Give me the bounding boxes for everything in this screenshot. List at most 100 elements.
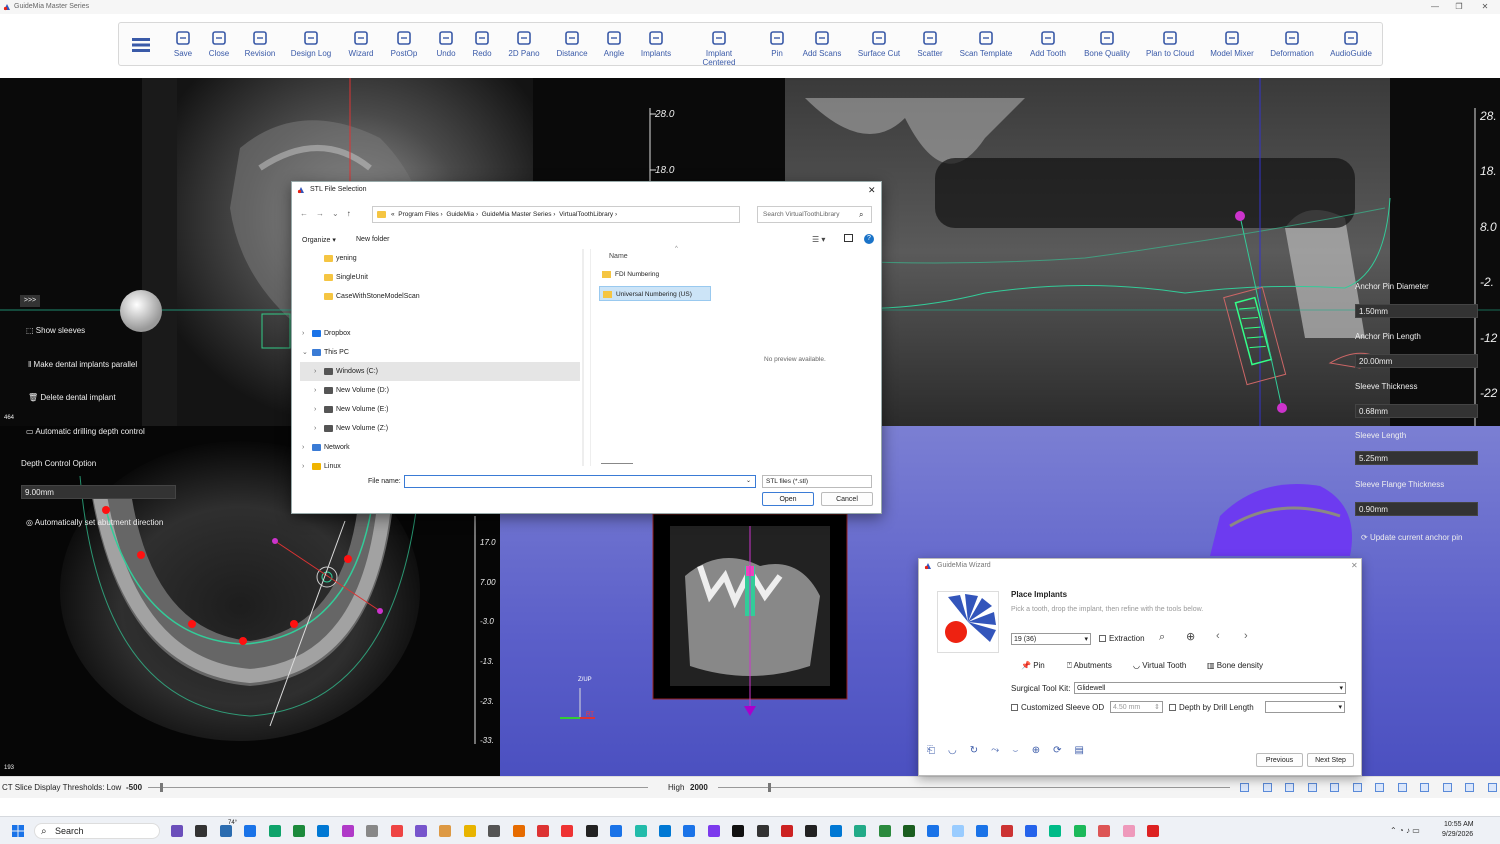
taskbar-app-icon[interactable]	[585, 825, 598, 837]
next-tooth-icon[interactable]: ›	[1244, 630, 1248, 642]
make-parallel-option[interactable]: ‖ Make dental implants parallel	[28, 360, 137, 369]
expand-chevron-icon[interactable]: ›	[314, 419, 316, 438]
depth-by-drill-checkbox[interactable]: Depth by Drill Length	[1169, 703, 1254, 712]
update-anchor-button[interactable]: ⟳ Update current anchor pin	[1361, 533, 1462, 542]
file-item-selected[interactable]: Universal Numbering (US)	[599, 286, 711, 301]
expand-chevron-icon[interactable]: ›	[314, 381, 316, 400]
view-layout-icon[interactable]	[1307, 783, 1317, 792]
viewport-panoramic[interactable]: 28. 18. 8.0 -2. -12 -22	[785, 78, 1500, 426]
view-layout-icon[interactable]	[1442, 783, 1452, 792]
bone-density-tool-button[interactable]: ▥ Bone density	[1207, 661, 1263, 670]
address-bar[interactable]: « Program Files › GuideMia › GuideMia Ma…	[372, 206, 740, 223]
ct-high-handle[interactable]	[768, 783, 771, 792]
rotate-icon[interactable]: ↻	[970, 745, 991, 756]
taskbar-app-icon[interactable]	[341, 825, 354, 837]
document-icon[interactable]: ▤	[1075, 745, 1097, 756]
expand-chevron-icon[interactable]: ›	[314, 362, 316, 381]
tree-item[interactable]: CaseWithStoneModelScan	[300, 287, 580, 306]
view-layout-icon[interactable]	[1240, 783, 1249, 792]
checkbox-box[interactable]	[1011, 704, 1018, 711]
taskbar-app-icon[interactable]	[976, 825, 989, 837]
taskbar-app-icon[interactable]	[829, 825, 842, 837]
toolbar-model-mixer-button[interactable]: Model Mixer	[1202, 30, 1262, 58]
taskbar-app-icon[interactable]	[268, 825, 281, 837]
preview-pane-icon[interactable]	[844, 234, 853, 242]
view-layout-icon[interactable]	[1465, 783, 1474, 792]
arch-icon[interactable]: ⌣	[1012, 745, 1032, 756]
taskbar-app-icon[interactable]	[1025, 825, 1037, 837]
horizontal-scrollbar[interactable]	[601, 463, 633, 464]
arrow-path-icon[interactable]: ⤳	[991, 745, 1012, 756]
taskbar-app-icon[interactable]	[1073, 825, 1086, 837]
expand-panel-button[interactable]: >>>	[20, 295, 40, 307]
depth-value-field[interactable]: 9.00mm	[21, 485, 176, 499]
system-tray-icons[interactable]: ⌃ ◔ ♪ ▭	[1390, 826, 1420, 835]
organize-button[interactable]: Organize ▾	[302, 236, 336, 244]
toolbar-add-tooth-button[interactable]: Add Tooth	[1018, 30, 1078, 58]
taskbar-app-icon[interactable]	[219, 825, 232, 837]
dialog-close-icon[interactable]: ✕	[868, 182, 876, 198]
path-segment[interactable]: VirtualToothLibrary	[559, 211, 613, 218]
taskbar-app-icon[interactable]	[707, 825, 720, 837]
taskbar-app-icon[interactable]	[683, 825, 696, 837]
toolbar-implants-button[interactable]: Implants	[626, 30, 686, 58]
tree-item[interactable]: › Network	[300, 438, 580, 457]
toolbar-bone-quality-button[interactable]: Bone Quality	[1077, 30, 1137, 58]
sleeve-thickness-field[interactable]: 0.68mm	[1355, 404, 1478, 418]
maximize-button[interactable]: ❐	[1446, 0, 1472, 14]
tree-item[interactable]: › Dropbox	[300, 324, 580, 343]
taskbar-app-icon[interactable]	[951, 825, 964, 837]
taskbar-app-icon[interactable]	[781, 825, 793, 837]
open-button[interactable]: Open	[762, 492, 814, 506]
taskbar-app-icon[interactable]	[366, 825, 379, 837]
search-input[interactable]: Search VirtualToothLibrary	[757, 206, 872, 223]
toolbar-plan-to-cloud-button[interactable]: Plan to Cloud	[1140, 30, 1200, 58]
auto-depth-option[interactable]: ▭ Automatic drilling depth control	[26, 427, 145, 436]
taskbar-app-icon[interactable]	[1147, 825, 1159, 837]
sync-icon[interactable]: ⟳	[1053, 745, 1074, 756]
menu-icon[interactable]	[132, 38, 150, 52]
tree-item[interactable]: › Windows (C:)	[300, 362, 580, 381]
tree-item[interactable]: yening	[300, 249, 580, 268]
drill-length-select[interactable]: ▾	[1265, 701, 1345, 713]
add-implant-icon[interactable]: ⊕	[1186, 630, 1195, 643]
cancel-button[interactable]: Cancel	[821, 492, 873, 506]
view-layout-icon[interactable]	[1285, 783, 1294, 792]
taskbar-app-icon[interactable]	[317, 825, 330, 837]
taskbar-app-icon[interactable]	[293, 825, 305, 837]
tooth-select[interactable]: 19 (36) ▾	[1011, 633, 1091, 645]
taskbar-app-icon[interactable]	[878, 825, 891, 837]
taskbar-app-icon[interactable]	[1049, 825, 1062, 837]
help-icon[interactable]: ?	[864, 234, 874, 244]
taskbar-app-icon[interactable]	[415, 825, 427, 837]
tooth-outline-icon[interactable]: ◡	[948, 745, 970, 756]
view-layout-icon[interactable]	[1420, 783, 1429, 792]
auto-abutment-option[interactable]: ◎ Automatically set abutment direction	[26, 518, 163, 527]
extraction-checkbox[interactable]: Extraction	[1099, 634, 1145, 643]
taskbar-app-icon[interactable]	[512, 825, 525, 837]
anchor-pin-length-field[interactable]: 20.00mm	[1355, 354, 1478, 368]
taskbar-app-icon[interactable]	[854, 825, 867, 837]
taskbar-app-icon[interactable]	[244, 825, 257, 837]
tree-item[interactable]: › Linux	[300, 457, 580, 476]
taskbar-app-icon[interactable]	[537, 825, 549, 837]
expand-chevron-icon[interactable]: ›	[302, 324, 304, 343]
taskbar-app-icon[interactable]	[463, 825, 476, 837]
taskbar-app-icon[interactable]	[659, 825, 671, 837]
add-circle-icon[interactable]: ⊕	[1032, 745, 1053, 756]
checkbox-box[interactable]	[1099, 635, 1106, 642]
file-type-select[interactable]: STL files (*.stl)	[762, 475, 872, 488]
taskbar-app-icon[interactable]	[1122, 825, 1135, 837]
tree-scrollbar[interactable]	[582, 249, 584, 466]
toolbar-scan-template-button[interactable]: Scan Template	[956, 30, 1016, 58]
view-layout-icon[interactable]	[1375, 783, 1384, 792]
taskbar-search[interactable]: ⌕ Search	[34, 823, 160, 839]
up-icon[interactable]: ↑	[347, 209, 359, 218]
taskbar-app-icon[interactable]	[903, 825, 915, 837]
path-segment[interactable]: GuideMia Master Series	[482, 211, 552, 218]
taskbar-app-icon[interactable]	[488, 825, 501, 837]
next-step-button[interactable]: Next Step	[1307, 753, 1354, 767]
toolbar-implant-centered-button[interactable]: Implant Centered	[689, 30, 749, 67]
taskbar-app-icon[interactable]	[732, 825, 745, 837]
wizard-close-icon[interactable]: ✕	[1351, 561, 1358, 570]
